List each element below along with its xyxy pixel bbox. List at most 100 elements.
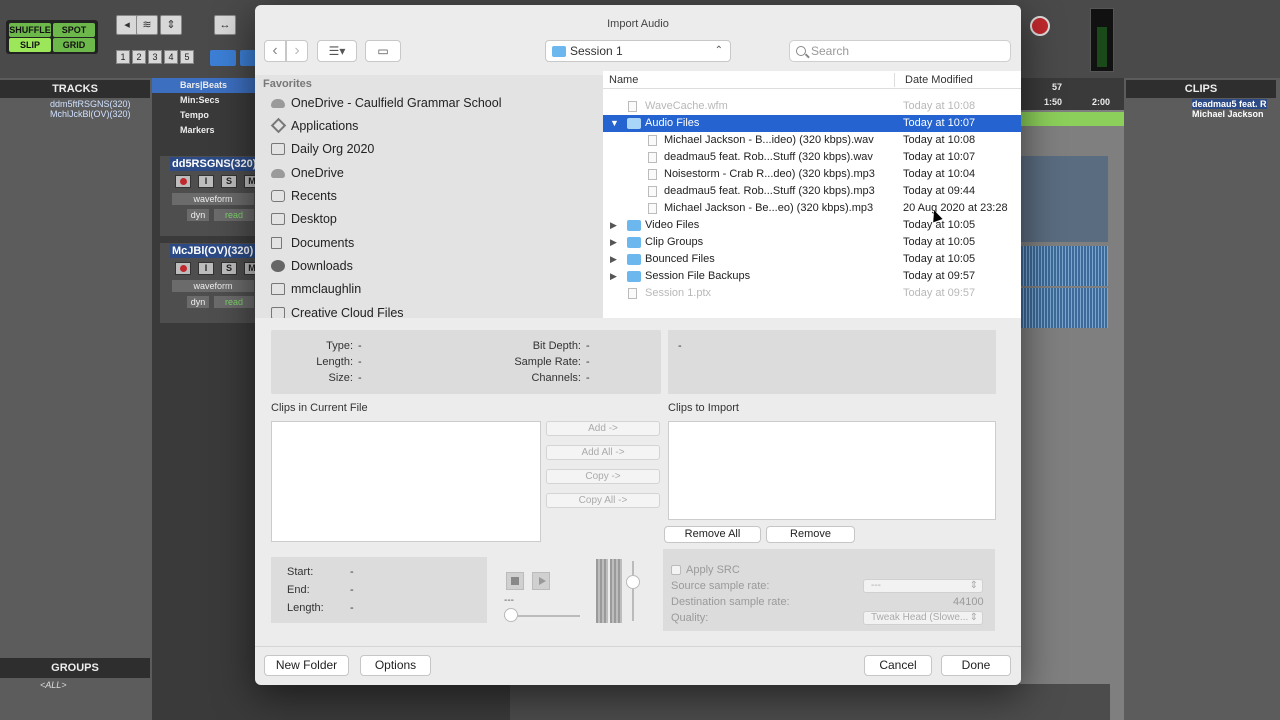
record-arm-button[interactable] [175,262,191,275]
position-slider-knob[interactable] [504,608,518,622]
audio-file-row[interactable]: Michael Jackson - B...ideo) (320 kbps).w… [603,132,1021,149]
disclosure-triangle-icon[interactable]: ▶ [610,251,617,268]
options-button[interactable]: Options [360,655,431,676]
track-view-selector[interactable]: waveform [172,193,254,205]
search-input[interactable]: Search [789,40,1011,62]
audio-file-row[interactable]: Michael Jackson - Be...eo) (320 kbps).mp… [603,200,1021,217]
source-rate-select[interactable]: --- ⇕ [863,579,983,593]
record-button[interactable] [1030,16,1050,36]
clip-list-item[interactable]: Michael Jackson [1192,109,1264,119]
folder-row-session-backups[interactable]: ▶ Session File Backups Today at 09:57 [603,268,1021,285]
slip-mode-button[interactable]: SLIP [9,38,51,52]
done-button[interactable]: Done [941,655,1011,676]
disclosure-triangle-icon[interactable]: ▶ [610,217,617,234]
forward-button[interactable]: › [286,40,308,62]
folder-row-bounced-files[interactable]: ▶ Bounced Files Today at 10:05 [603,251,1021,268]
folder-row-audio-files[interactable]: ▼ Audio Files Today at 10:07 [603,115,1021,132]
zoom-preset-1[interactable]: 1 [116,50,130,64]
zoom-preset-3[interactable]: 3 [148,50,162,64]
sidebar-item-applications[interactable]: Applications [270,116,358,136]
volume-fader-knob[interactable] [626,575,640,589]
zoom-preset-2[interactable]: 2 [132,50,146,64]
copy-button[interactable]: Copy -> [546,469,660,484]
zoom-wave-icon[interactable]: ≋ [136,15,158,35]
clips-to-import-list[interactable] [668,421,996,520]
copy-all-button[interactable]: Copy All -> [546,493,660,508]
view-options-button[interactable]: ☰▾ [317,40,357,62]
zoom-preset-4[interactable]: 4 [164,50,178,64]
record-arm-button[interactable] [175,175,191,188]
zoom-height-icon[interactable]: ⇕ [160,15,182,35]
folder-row-clip-groups[interactable]: ▶ Clip Groups Today at 10:05 [603,234,1021,251]
audio-file-row[interactable]: deadmau5 feat. Rob...Stuff (320 kbps).mp… [603,183,1021,200]
input-monitor-button[interactable]: I [198,175,214,188]
file-row[interactable]: WaveCache.wfm Today at 10:08 [603,98,1021,115]
apply-src-checkbox[interactable] [671,565,681,575]
cancel-button[interactable]: Cancel [864,655,932,676]
sidebar-item-desktop[interactable]: Desktop [271,209,337,229]
sidebar-item-onedrive-school[interactable]: OneDrive - Caulfield Grammar School [271,93,502,113]
add-all-button[interactable]: Add All -> [546,445,660,460]
track-list-item[interactable]: ddm5ftRSGNS(320) [50,99,131,109]
automation-label[interactable]: dyn [187,209,209,221]
trim-tool-icon[interactable]: ↔ [214,15,236,35]
sidebar-item-downloads[interactable]: Downloads [271,256,353,276]
zoom-preset-5[interactable]: 5 [180,50,194,64]
link-timeline-button[interactable] [210,50,236,66]
zoom-left-icon[interactable]: ◂ [116,15,138,35]
disclosure-triangle-icon[interactable]: ▶ [610,268,617,285]
disclosure-triangle-icon[interactable]: ▶ [610,234,617,251]
stop-icon[interactable] [506,572,524,590]
folder-row-video-files[interactable]: ▶ Video Files Today at 10:05 [603,217,1021,234]
audio-waveform[interactable] [1020,288,1108,328]
column-date-header[interactable]: Date Modified [905,74,973,86]
solo-button[interactable]: S [221,175,237,188]
automation-mode-selector[interactable]: read [214,209,254,221]
sidebar-item-label: OneDrive [291,166,344,180]
location-dropdown[interactable]: Session 1 ⌃ [545,40,731,62]
ruler-markers[interactable]: Markers [152,123,256,138]
spot-mode-button[interactable]: SPOT [53,23,95,37]
sidebar-item-home[interactable]: mmclaughlin [271,279,361,299]
volume-fader[interactable] [632,561,634,621]
sidebar-item-creative-cloud[interactable]: Creative Cloud Files [271,303,404,318]
remove-all-button[interactable]: Remove All [664,526,761,543]
track-view-selector[interactable]: waveform [172,280,254,292]
track-list-item[interactable]: MchlJckBl(OV)(320) [50,109,131,119]
ruler-min-secs[interactable]: Min:Secs [152,93,256,108]
input-monitor-button[interactable]: I [198,262,214,275]
clips-in-file-list[interactable] [271,421,541,542]
add-button[interactable]: Add -> [546,421,660,436]
audio-clip[interactable] [1020,156,1108,242]
new-folder-icon-button[interactable]: ▭ [365,40,401,62]
disclosure-triangle-expanded-icon[interactable]: ▼ [610,115,619,132]
back-button[interactable]: ‹ [264,40,286,62]
audio-waveform[interactable] [1020,246,1108,286]
shuffle-mode-button[interactable]: SHUFFLE [9,23,51,37]
ruler-tempo[interactable]: Tempo [152,108,256,123]
sidebar-item-documents[interactable]: Documents [271,233,354,253]
sidebar-item-daily-org[interactable]: Daily Org 2020 [271,139,374,159]
file-row[interactable]: Session 1.ptx Today at 09:57 [603,285,1021,302]
remove-button[interactable]: Remove [766,526,855,543]
track-name[interactable]: McJBl(OV)(320) [170,244,256,258]
automation-label[interactable]: dyn [187,296,209,308]
new-folder-button[interactable]: New Folder [264,655,349,676]
ruler-bars-beats[interactable]: Bars|Beats [152,78,256,93]
column-name-header[interactable]: Name [609,74,638,86]
audio-file-row[interactable]: deadmau5 feat. Rob...Stuff (320 kbps).wa… [603,149,1021,166]
play-icon[interactable] [532,572,550,590]
clip-list-item[interactable]: deadmau5 feat. R [1192,99,1267,109]
automation-mode-selector[interactable]: read [214,296,254,308]
sidebar-item-recents[interactable]: Recents [271,186,337,206]
quality-select[interactable]: Tweak Head (Slowe... ⇕ [863,611,983,625]
sidebar-item-onedrive[interactable]: OneDrive [271,163,344,183]
audio-file-row[interactable]: Noisestorm - Crab R...deo) (320 kbps).mp… [603,166,1021,183]
group-item-all[interactable]: <ALL> [40,680,67,690]
track-name[interactable]: dd5RSGNS(320) [170,157,256,171]
groups-header: GROUPS [0,658,150,678]
bit-depth-value: - [586,340,590,352]
solo-button[interactable]: S [221,262,237,275]
grid-mode-button[interactable]: GRID [53,38,95,52]
file-name: Michael Jackson - B...ideo) (320 kbps).w… [664,134,874,146]
